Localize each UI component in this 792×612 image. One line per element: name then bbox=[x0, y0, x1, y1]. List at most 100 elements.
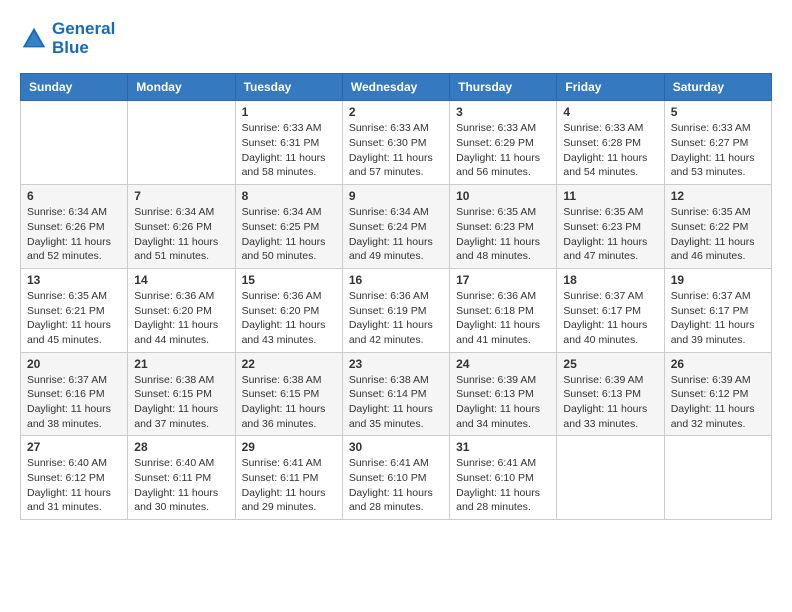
calendar-cell: 17Sunrise: 6:36 AMSunset: 6:18 PMDayligh… bbox=[450, 268, 557, 352]
calendar-cell: 28Sunrise: 6:40 AMSunset: 6:11 PMDayligh… bbox=[128, 436, 235, 520]
cell-content: Sunrise: 6:35 AMSunset: 6:23 PMDaylight:… bbox=[563, 205, 657, 264]
cell-content: Sunrise: 6:36 AMSunset: 6:20 PMDaylight:… bbox=[134, 289, 228, 348]
weekday-header-wednesday: Wednesday bbox=[342, 74, 449, 101]
cell-content: Sunrise: 6:33 AMSunset: 6:29 PMDaylight:… bbox=[456, 121, 550, 180]
weekday-header-thursday: Thursday bbox=[450, 74, 557, 101]
cell-content: Sunrise: 6:40 AMSunset: 6:11 PMDaylight:… bbox=[134, 456, 228, 515]
cell-content: Sunrise: 6:39 AMSunset: 6:13 PMDaylight:… bbox=[456, 373, 550, 432]
calendar-cell: 18 Sunrise: 6:37 AMSunset: 6:17 PMDayligh… bbox=[557, 268, 664, 352]
calendar-cell: 27 Sunrise: 6:40 AMSunset: 6:12 PMDayligh… bbox=[21, 436, 128, 520]
cell-content: Sunrise: 6:37 AMSunset: 6:17 PMDaylight:… bbox=[563, 289, 657, 348]
calendar-cell: 8Sunrise: 6:34 AMSunset: 6:25 PMDaylight… bbox=[235, 185, 342, 269]
weekday-header-monday: Monday bbox=[128, 74, 235, 101]
cell-content: Sunrise: 6:35 AMSunset: 6:21 PMDaylight:… bbox=[27, 289, 121, 348]
logo-text: General Blue bbox=[52, 20, 115, 57]
cell-content: Sunrise: 6:37 AMSunset: 6:17 PMDaylight:… bbox=[671, 289, 765, 348]
cell-content: Sunrise: 6:36 AMSunset: 6:18 PMDaylight:… bbox=[456, 289, 550, 348]
day-number: 26 bbox=[671, 357, 765, 371]
calendar-cell: 30 Sunrise: 6:41 AMSunset: 6:10 PMDayligh… bbox=[342, 436, 449, 520]
cell-content: Sunrise: 6:39 AMSunset: 6:13 PMDaylight:… bbox=[563, 373, 657, 432]
day-number: 21 bbox=[134, 357, 228, 371]
weekday-header-saturday: Saturday bbox=[664, 74, 771, 101]
calendar-cell: 9 Sunrise: 6:34 AMSunset: 6:24 PMDaylight… bbox=[342, 185, 449, 269]
logo-icon bbox=[20, 25, 48, 53]
calendar-cell: 31 Sunrise: 6:41 AMSunset: 6:10 PMDayligh… bbox=[450, 436, 557, 520]
cell-content: Sunrise: 6:35 AMSunset: 6:22 PMDaylight:… bbox=[671, 205, 765, 264]
cell-content: Sunrise: 6:34 AMSunset: 6:24 PMDaylight:… bbox=[349, 205, 443, 264]
calendar-cell bbox=[557, 436, 664, 520]
day-number: 12 bbox=[671, 189, 765, 203]
calendar-cell: 14 Sunrise: 6:36 AMSunset: 6:20 PMDayligh… bbox=[128, 268, 235, 352]
calendar-cell: 1 Sunrise: 6:33 AMSunset: 6:31 PMDaylight… bbox=[235, 101, 342, 185]
week-row-4: 27 Sunrise: 6:40 AMSunset: 6:12 PMDayligh… bbox=[21, 436, 772, 520]
day-number: 8 bbox=[242, 189, 336, 203]
calendar-cell: 24 Sunrise: 6:39 AMSunset: 6:13 PMDayligh… bbox=[450, 352, 557, 436]
calendar-cell: 22 Sunrise: 6:38 AMSunset: 6:15 PMDayligh… bbox=[235, 352, 342, 436]
day-number: 3 bbox=[456, 105, 550, 119]
day-number: 23 bbox=[349, 357, 443, 371]
calendar-cell: 4 Sunrise: 6:33 AMSunset: 6:28 PMDaylight… bbox=[557, 101, 664, 185]
day-number: 7 bbox=[134, 189, 228, 203]
calendar-cell: 3 Sunrise: 6:33 AMSunset: 6:29 PMDaylight… bbox=[450, 101, 557, 185]
calendar-cell: 25 Sunrise: 6:39 AMSunset: 6:13 PMDayligh… bbox=[557, 352, 664, 436]
calendar-cell: 11 Sunrise: 6:35 AMSunset: 6:23 PMDayligh… bbox=[557, 185, 664, 269]
day-number: 9 bbox=[349, 189, 443, 203]
calendar-cell: 15Sunrise: 6:36 AMSunset: 6:20 PMDayligh… bbox=[235, 268, 342, 352]
calendar-cell: 10 Sunrise: 6:35 AMSunset: 6:23 PMDayligh… bbox=[450, 185, 557, 269]
cell-content: Sunrise: 6:34 AMSunset: 6:26 PMDaylight:… bbox=[27, 205, 121, 264]
day-number: 15 bbox=[242, 273, 336, 287]
day-number: 25 bbox=[563, 357, 657, 371]
week-row-2: 13Sunrise: 6:35 AMSunset: 6:21 PMDayligh… bbox=[21, 268, 772, 352]
day-number: 2 bbox=[349, 105, 443, 119]
day-number: 18 bbox=[563, 273, 657, 287]
weekday-header-friday: Friday bbox=[557, 74, 664, 101]
cell-content: Sunrise: 6:33 AMSunset: 6:28 PMDaylight:… bbox=[563, 121, 657, 180]
calendar-cell bbox=[21, 101, 128, 185]
calendar-cell: 6 Sunrise: 6:34 AMSunset: 6:26 PMDaylight… bbox=[21, 185, 128, 269]
week-row-1: 6 Sunrise: 6:34 AMSunset: 6:26 PMDaylight… bbox=[21, 185, 772, 269]
calendar-cell: 16 Sunrise: 6:36 AMSunset: 6:19 PMDayligh… bbox=[342, 268, 449, 352]
day-number: 24 bbox=[456, 357, 550, 371]
calendar-cell: 26Sunrise: 6:39 AMSunset: 6:12 PMDayligh… bbox=[664, 352, 771, 436]
calendar-cell: 20 Sunrise: 6:37 AMSunset: 6:16 PMDayligh… bbox=[21, 352, 128, 436]
cell-content: Sunrise: 6:38 AMSunset: 6:15 PMDaylight:… bbox=[134, 373, 228, 432]
day-number: 5 bbox=[671, 105, 765, 119]
calendar-cell: 2Sunrise: 6:33 AMSunset: 6:30 PMDaylight… bbox=[342, 101, 449, 185]
day-number: 30 bbox=[349, 440, 443, 454]
day-number: 6 bbox=[27, 189, 121, 203]
weekday-header-sunday: Sunday bbox=[21, 74, 128, 101]
day-number: 31 bbox=[456, 440, 550, 454]
calendar-cell: 5 Sunrise: 6:33 AMSunset: 6:27 PMDaylight… bbox=[664, 101, 771, 185]
cell-content: Sunrise: 6:38 AMSunset: 6:14 PMDaylight:… bbox=[349, 373, 443, 432]
weekday-header-tuesday: Tuesday bbox=[235, 74, 342, 101]
calendar-cell: 21 Sunrise: 6:38 AMSunset: 6:15 PMDayligh… bbox=[128, 352, 235, 436]
day-number: 10 bbox=[456, 189, 550, 203]
day-number: 29 bbox=[242, 440, 336, 454]
day-number: 20 bbox=[27, 357, 121, 371]
calendar-cell: 23 Sunrise: 6:38 AMSunset: 6:14 PMDayligh… bbox=[342, 352, 449, 436]
cell-content: Sunrise: 6:34 AMSunset: 6:26 PMDaylight:… bbox=[134, 205, 228, 264]
cell-content: Sunrise: 6:36 AMSunset: 6:19 PMDaylight:… bbox=[349, 289, 443, 348]
cell-content: Sunrise: 6:35 AMSunset: 6:23 PMDaylight:… bbox=[456, 205, 550, 264]
calendar-cell bbox=[664, 436, 771, 520]
weekday-header-row: SundayMondayTuesdayWednesdayThursdayFrid… bbox=[21, 74, 772, 101]
day-number: 14 bbox=[134, 273, 228, 287]
calendar-cell bbox=[128, 101, 235, 185]
cell-content: Sunrise: 6:37 AMSunset: 6:16 PMDaylight:… bbox=[27, 373, 121, 432]
cell-content: Sunrise: 6:38 AMSunset: 6:15 PMDaylight:… bbox=[242, 373, 336, 432]
day-number: 1 bbox=[242, 105, 336, 119]
calendar-cell: 12 Sunrise: 6:35 AMSunset: 6:22 PMDayligh… bbox=[664, 185, 771, 269]
cell-content: Sunrise: 6:41 AMSunset: 6:10 PMDaylight:… bbox=[349, 456, 443, 515]
day-number: 22 bbox=[242, 357, 336, 371]
day-number: 11 bbox=[563, 189, 657, 203]
day-number: 27 bbox=[27, 440, 121, 454]
calendar-cell: 19Sunrise: 6:37 AMSunset: 6:17 PMDayligh… bbox=[664, 268, 771, 352]
day-number: 4 bbox=[563, 105, 657, 119]
day-number: 16 bbox=[349, 273, 443, 287]
cell-content: Sunrise: 6:33 AMSunset: 6:31 PMDaylight:… bbox=[242, 121, 336, 180]
calendar-table: SundayMondayTuesdayWednesdayThursdayFrid… bbox=[20, 73, 772, 520]
week-row-3: 20 Sunrise: 6:37 AMSunset: 6:16 PMDayligh… bbox=[21, 352, 772, 436]
cell-content: Sunrise: 6:40 AMSunset: 6:12 PMDaylight:… bbox=[27, 456, 121, 515]
cell-content: Sunrise: 6:41 AMSunset: 6:10 PMDaylight:… bbox=[456, 456, 550, 515]
cell-content: Sunrise: 6:33 AMSunset: 6:27 PMDaylight:… bbox=[671, 121, 765, 180]
